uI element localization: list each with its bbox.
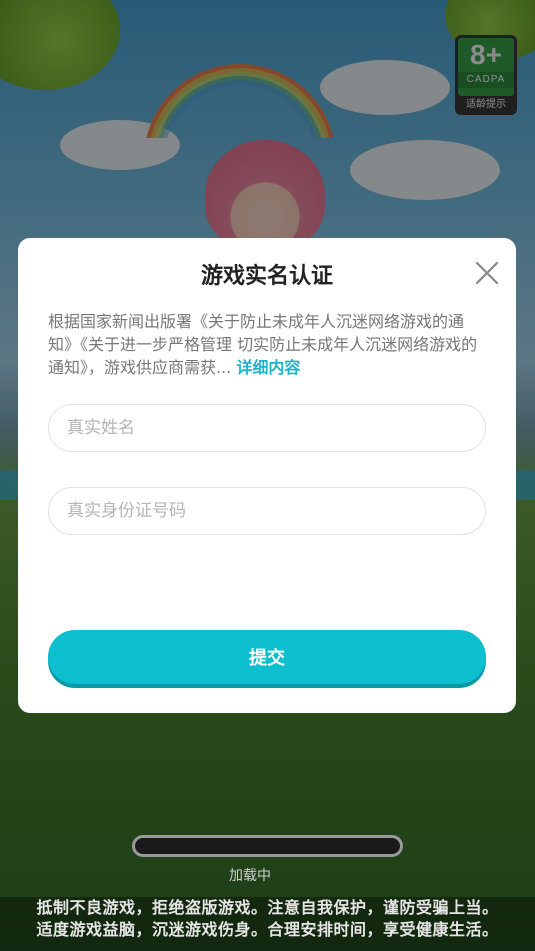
health-notice-line-2: 适度游戏益脑，沉迷游戏伤身。合理安排时间，享受健康生活。 [36, 920, 499, 939]
dialog-title: 游戏实名认证 [200, 264, 333, 289]
close-button[interactable] [472, 258, 502, 288]
id-number-input[interactable] [48, 487, 486, 535]
health-notice-line-1: 抵制不良游戏，拒绝盗版游戏。注意自我保护，谨防受骗上当。 [36, 898, 499, 917]
real-name-input[interactable] [48, 404, 486, 452]
real-name-auth-dialog: 游戏实名认证 根据国家新闻出版署《关于防止未成年人沉迷网络游戏的通知》《关于进一… [18, 238, 516, 713]
policy-notice: 根据国家新闻出版署《关于防止未成年人沉迷网络游戏的通知》《关于进一步严格管理 切… [48, 310, 488, 379]
detail-link[interactable]: 详细内容 [236, 358, 300, 377]
close-icon [475, 261, 499, 285]
health-notice: 抵制不良游戏，拒绝盗版游戏。注意自我保护，谨防受骗上当。 适度游戏益脑，沉迷游戏… [0, 897, 535, 951]
loading-text: 加载中 [229, 868, 271, 884]
loading-progress-bar [132, 835, 403, 857]
submit-button[interactable]: 提交 [48, 630, 486, 684]
